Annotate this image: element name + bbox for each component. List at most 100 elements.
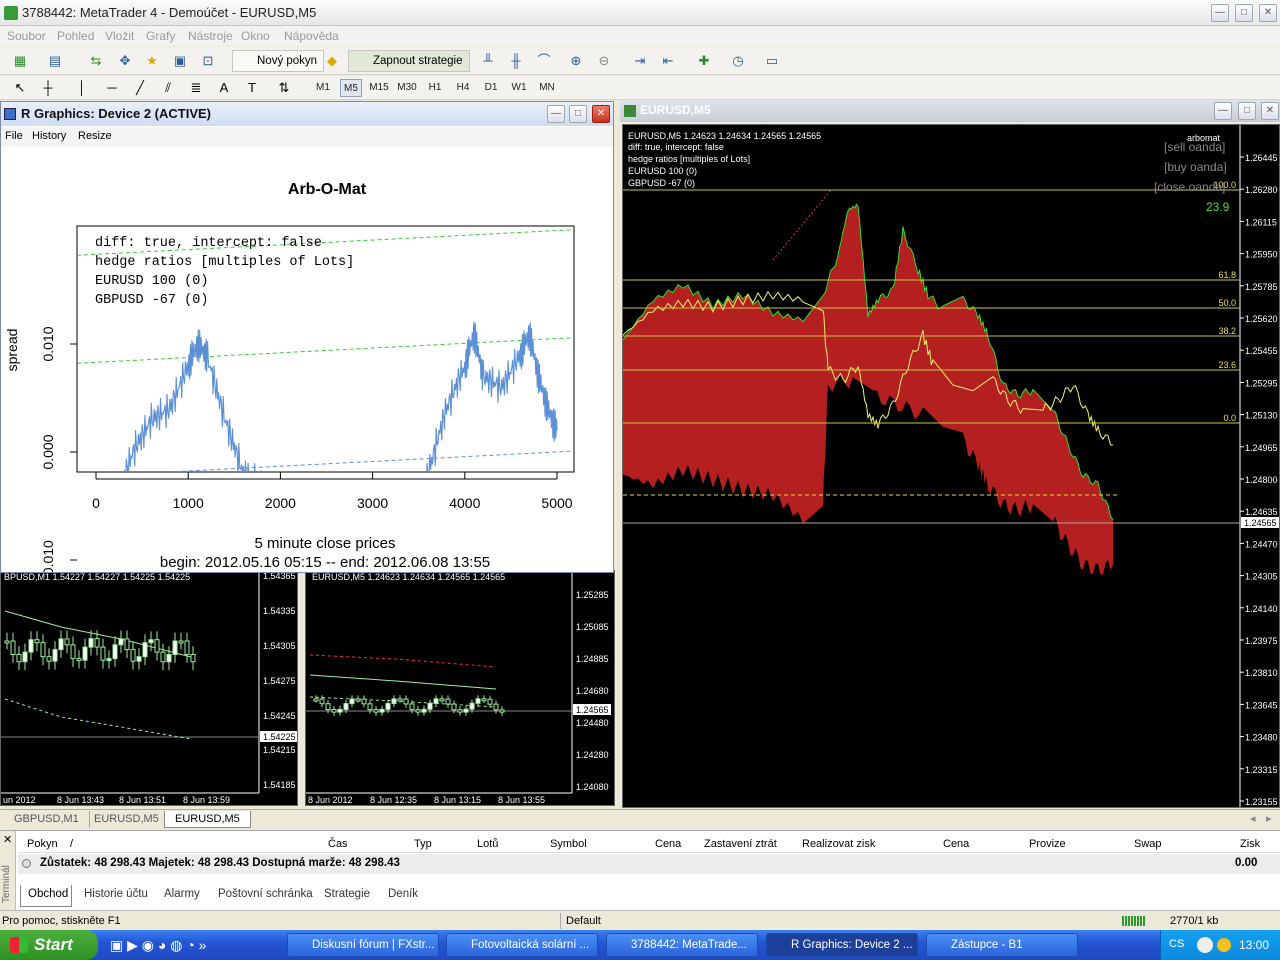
sell-oanda-button[interactable]: [sell oanda] bbox=[1164, 140, 1225, 154]
autoscroll-icon[interactable]: ⇥ bbox=[630, 51, 650, 71]
r-menu-file[interactable]: File bbox=[5, 130, 23, 142]
close-button[interactable]: ✕ bbox=[1259, 4, 1277, 22]
terminal-tab-denik[interactable]: Deník bbox=[388, 888, 418, 900]
tray-arrow-icon[interactable] bbox=[1197, 937, 1213, 953]
col-symbol[interactable]: Symbol bbox=[550, 838, 587, 850]
channel-icon[interactable]: ⫽ bbox=[158, 78, 178, 98]
menu-napoveda[interactable]: Nápověda bbox=[284, 29, 339, 43]
task-metatrader[interactable]: 3788442: MetaTrade... bbox=[606, 933, 758, 957]
col-pokyn[interactable]: Pokyn bbox=[27, 838, 58, 850]
tester-icon[interactable]: ⊡ bbox=[198, 51, 218, 71]
menu-soubor[interactable]: Soubor bbox=[7, 29, 46, 43]
minimize-button[interactable]: — bbox=[1211, 4, 1229, 22]
terminal-close-icon[interactable]: ✕ bbox=[3, 833, 12, 846]
col-take-profit[interactable]: Realizovat zisk bbox=[802, 838, 875, 850]
new-chart-icon[interactable]: ▦ bbox=[10, 51, 30, 71]
timeframe-d1[interactable]: D1 bbox=[480, 79, 502, 97]
r-graphics-window[interactable]: R Graphics: Device 2 (ACTIVE) — □ ✕ File… bbox=[0, 101, 614, 573]
label-icon[interactable]: T bbox=[242, 78, 262, 98]
gbpusd-chart-window[interactable]: BPUSD,M1 1.54227 1.54227 1.54225 1.54225… bbox=[0, 570, 298, 806]
terminal-icon[interactable]: ▣ bbox=[170, 51, 190, 71]
trendline-icon[interactable]: ╱ bbox=[130, 78, 150, 98]
timeframe-m1[interactable]: M1 bbox=[312, 79, 334, 97]
data-window-icon[interactable]: ✥ bbox=[115, 51, 135, 71]
horizontal-line-icon[interactable]: ─ bbox=[102, 78, 122, 98]
zoom-out-icon[interactable]: ⊖ bbox=[594, 51, 614, 71]
tab-eurusd-m5-2[interactable]: EURUSD,M5 bbox=[164, 811, 251, 828]
line-chart-icon[interactable]: ⌒ bbox=[534, 51, 554, 71]
main-chart-window[interactable]: 100.0 61.8 50.0 38.2 23.6 0.0 EURUSD,M5 … bbox=[622, 124, 1280, 808]
r-menu-resize[interactable]: Resize bbox=[78, 130, 112, 142]
tab-eurusd-m5-1[interactable]: EURUSD,M5 bbox=[84, 811, 170, 828]
col-cas[interactable]: Čas bbox=[328, 838, 348, 850]
close-oanda-button[interactable]: [close oanda] bbox=[1154, 180, 1225, 194]
candlestick-icon[interactable]: ╫ bbox=[506, 51, 526, 71]
crosshair-icon[interactable]: ┼ bbox=[38, 78, 58, 98]
buy-oanda-button[interactable]: [buy oanda] bbox=[1164, 160, 1227, 174]
col-cena-2[interactable]: Cena bbox=[943, 838, 969, 850]
candle-body bbox=[10, 640, 16, 655]
menu-pohled[interactable]: Pohled bbox=[57, 29, 94, 43]
profiles-icon[interactable]: ▤ bbox=[45, 51, 65, 71]
terminal-tab-postovni[interactable]: Poštovní schránka bbox=[218, 888, 313, 900]
zoom-in-icon[interactable]: ⊕ bbox=[566, 51, 586, 71]
menu-vlozit[interactable]: Vložit bbox=[105, 29, 134, 43]
text-icon[interactable]: A bbox=[214, 78, 234, 98]
metaeditor-icon[interactable]: ◆ bbox=[322, 51, 342, 71]
timeframe-m5[interactable]: M5 bbox=[340, 79, 362, 97]
tray-app-icon[interactable] bbox=[1217, 938, 1231, 952]
eurusd-mini-chart-window[interactable]: EURUSD,M5 1.24623 1.24634 1.24565 1.2456… bbox=[305, 570, 615, 806]
arrows-icon[interactable]: ⇅ bbox=[274, 78, 294, 98]
col-stop-loss[interactable]: Zastavení ztrát bbox=[704, 838, 777, 850]
task-zastupce[interactable]: Zástupce - B1 bbox=[926, 933, 1078, 957]
language-indicator[interactable]: CS bbox=[1169, 938, 1184, 950]
new-order-button[interactable]: Nový pokyn bbox=[232, 50, 325, 72]
tab-scroll-right-icon[interactable]: ▸ bbox=[1266, 812, 1272, 825]
quicklaunch-icons[interactable]: ▣ ▶ ◉ ◕ ◍ ◔ » bbox=[110, 937, 206, 954]
tab-gbpusd-m1[interactable]: GBPUSD,M1 bbox=[4, 811, 90, 828]
timeframe-m15[interactable]: M15 bbox=[368, 79, 390, 97]
terminal-tab-alarmy[interactable]: Alarmy bbox=[164, 888, 200, 900]
col-zisk[interactable]: Zisk bbox=[1240, 838, 1260, 850]
indicators-icon[interactable]: ✚ bbox=[694, 51, 714, 71]
col-swap[interactable]: Swap bbox=[1134, 838, 1162, 850]
task-r-graphics[interactable]: R Graphics: Device 2 ... bbox=[766, 933, 918, 957]
r-menu-history[interactable]: History bbox=[32, 130, 66, 142]
task-fxstreet[interactable]: Diskusní fórum | FXstr... bbox=[287, 933, 439, 957]
task-fotovoltaika[interactable]: Fotovoltaická solární ... bbox=[446, 933, 598, 957]
timeframe-w1[interactable]: W1 bbox=[508, 79, 530, 97]
menu-grafy[interactable]: Grafy bbox=[146, 29, 175, 43]
r-minimize-button[interactable]: — bbox=[547, 105, 565, 123]
maximize-button[interactable]: □ bbox=[1235, 4, 1253, 22]
r-close-button[interactable]: ✕ bbox=[592, 105, 610, 123]
timeframe-h1[interactable]: H1 bbox=[424, 79, 446, 97]
chart-maximize-button[interactable]: □ bbox=[1238, 102, 1256, 120]
col-provize[interactable]: Provize bbox=[1029, 838, 1066, 850]
bar-chart-icon[interactable]: ╨ bbox=[478, 51, 498, 71]
tab-scroll-left-icon[interactable]: ◂ bbox=[1250, 812, 1256, 825]
timeframe-mn[interactable]: MN bbox=[536, 79, 558, 97]
cursor-icon[interactable]: ↖ bbox=[10, 78, 30, 98]
navigator-icon[interactable]: ★ bbox=[142, 51, 162, 71]
col-lotu[interactable]: Lotů bbox=[477, 838, 498, 850]
r-maximize-button[interactable]: □ bbox=[569, 105, 587, 123]
col-cena[interactable]: Cena bbox=[655, 838, 681, 850]
chart-minimize-button[interactable]: — bbox=[1214, 102, 1232, 120]
terminal-tab-obchod[interactable]: Obchod bbox=[28, 888, 68, 900]
periods-icon[interactable]: ◷ bbox=[728, 51, 748, 71]
fibonacci-icon[interactable]: ≣ bbox=[186, 78, 206, 98]
market-watch-icon[interactable]: ⇆ bbox=[86, 51, 106, 71]
templates-icon[interactable]: ▭ bbox=[762, 51, 782, 71]
timeframe-m30[interactable]: M30 bbox=[396, 79, 418, 97]
main-chart-titlebar: EURUSD,M5 — □ ✕ bbox=[620, 100, 1280, 122]
terminal-tab-strategie[interactable]: Strategie bbox=[324, 888, 370, 900]
vertical-line-icon[interactable]: │ bbox=[72, 78, 92, 98]
timeframe-h4[interactable]: H4 bbox=[452, 79, 474, 97]
chart-shift-icon[interactable]: ⇤ bbox=[658, 51, 678, 71]
chart-close-button[interactable]: ✕ bbox=[1261, 102, 1279, 120]
col-typ[interactable]: Typ bbox=[414, 838, 432, 850]
menu-nastroje[interactable]: Nástroje bbox=[188, 29, 233, 43]
menu-okno[interactable]: Okno bbox=[241, 29, 270, 43]
autotrading-button[interactable]: Zapnout strategie bbox=[348, 50, 470, 72]
terminal-tab-historie[interactable]: Historie účtu bbox=[84, 888, 148, 900]
